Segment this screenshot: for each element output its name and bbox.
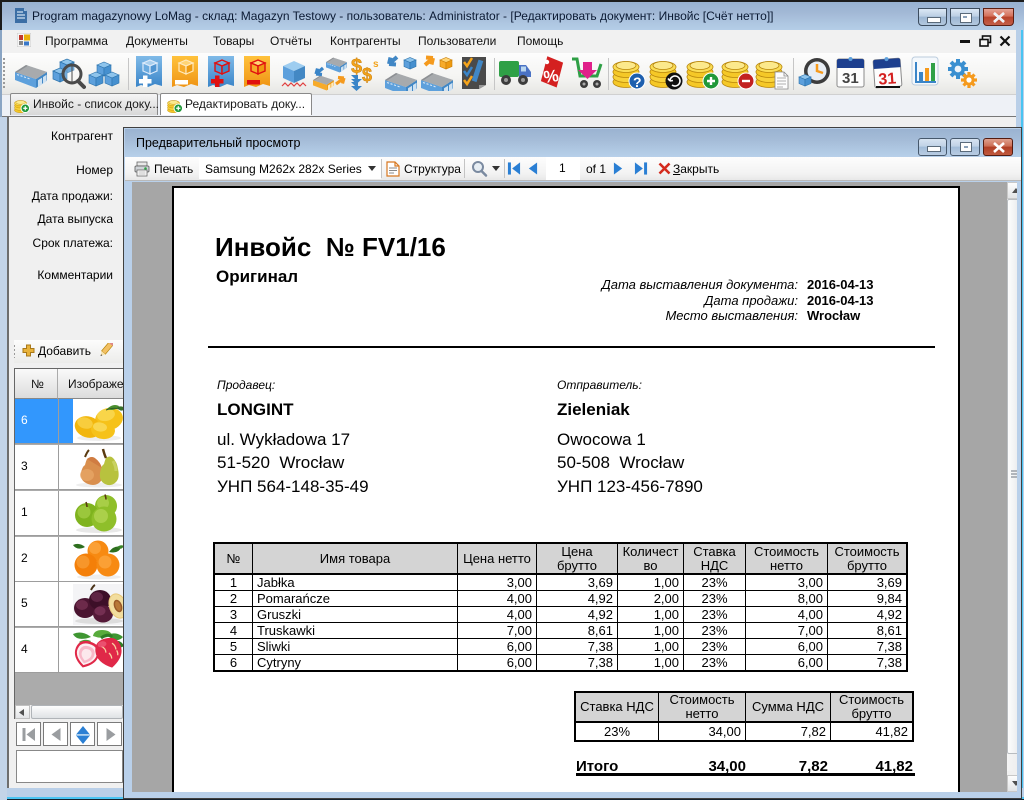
svg-text:$: $ xyxy=(362,65,372,85)
svg-text:$: $ xyxy=(351,56,362,78)
svg-text:s: s xyxy=(373,59,379,70)
svg-text:31: 31 xyxy=(842,70,859,87)
svg-text:?: ? xyxy=(633,74,642,90)
svg-text:%: % xyxy=(542,66,560,87)
svg-text:31: 31 xyxy=(878,70,897,88)
